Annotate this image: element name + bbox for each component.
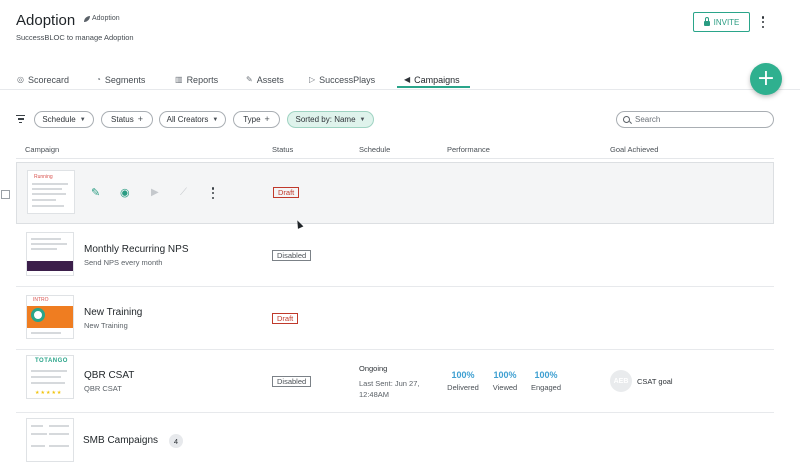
status-badge: Draft	[272, 313, 299, 324]
tab-label: SuccessPlays	[319, 74, 376, 85]
campaign-thumbnail	[26, 418, 74, 462]
plus-icon: +	[264, 114, 270, 124]
tab-label: Segments	[104, 74, 146, 85]
filter-icon[interactable]	[16, 115, 25, 123]
tab-label: Campaigns	[414, 74, 460, 85]
campaign-name[interactable]: New Training	[84, 307, 142, 318]
status-badge: Disabled	[272, 250, 312, 261]
campaign-name[interactable]: QBR CSAT	[84, 370, 134, 381]
trend-chart-icon[interactable]: ⟋	[180, 186, 187, 200]
paperclip-icon: ✎	[246, 75, 253, 84]
search-field[interactable]	[616, 111, 774, 128]
performance-label: Engaged	[530, 383, 562, 392]
page-header: Adoption Adoption SuccessBLOC to manage …	[0, 0, 800, 64]
invite-button-label: INVITE	[713, 17, 740, 27]
column-header-performance[interactable]: Performance	[447, 145, 490, 154]
tab-assets[interactable]: ✎ Assets	[246, 70, 284, 89]
performance-label: Delivered	[447, 383, 479, 392]
performance-value: 100%	[534, 370, 558, 380]
tab-scorecard[interactable]: ◎ Scorecard	[17, 70, 69, 89]
lock-icon	[703, 16, 710, 26]
count-badge: 4	[169, 434, 183, 448]
status-badge: Draft	[273, 187, 300, 198]
campaign-name[interactable]: Monthly Recurring NPS	[84, 244, 188, 255]
megaphone-icon: ◀	[404, 75, 411, 84]
status-filter-label: Status	[111, 115, 134, 124]
play-icon[interactable]: ▶	[151, 186, 159, 200]
goal-name: CSAT goal	[637, 377, 673, 386]
sort-dropdown-label: Sorted by: Name	[295, 115, 356, 124]
search-icon	[623, 116, 630, 123]
leaf-icon	[84, 15, 90, 22]
tabs-divider	[0, 89, 800, 90]
tab-label: Reports	[186, 74, 219, 85]
chevron-down-icon: ▼	[212, 116, 219, 123]
campaign-thumbnail: Running	[27, 170, 75, 214]
chevron-down-icon: ▼	[79, 116, 86, 123]
creators-filter[interactable]: All Creators ▼	[159, 111, 226, 128]
creators-filter-label: All Creators	[166, 115, 209, 124]
bar-chart-icon: ▥	[175, 75, 183, 84]
campaign-subtitle: New Training	[84, 321, 128, 330]
type-filter-label: Type	[243, 115, 261, 124]
edit-icon[interactable]: ✎	[91, 186, 100, 200]
campaign-subtitle: Send NPS every month	[84, 258, 163, 267]
campaign-subtitle: QBR CSAT	[84, 384, 122, 393]
table-row[interactable]: Monthly Recurring NPS Send NPS every mon…	[16, 225, 774, 287]
schedule-detail: Last Sent: Jun 27, 12:48AM	[359, 379, 420, 399]
category-tag: Adoption	[84, 15, 120, 22]
page-subtitle: SuccessBLOC to manage Adoption	[16, 33, 134, 42]
search-input[interactable]	[635, 115, 765, 124]
column-header-schedule[interactable]: Schedule	[359, 145, 390, 154]
chevron-down-icon: ▼	[359, 116, 366, 123]
more-options-icon[interactable]	[211, 187, 215, 199]
column-header-goal[interactable]: Goal Achieved	[610, 145, 658, 154]
active-tab-indicator	[397, 86, 470, 88]
schedule-filter-label: Schedule	[42, 115, 76, 124]
more-options-icon[interactable]	[761, 16, 765, 28]
schedule-filter[interactable]: Schedule ▼	[34, 111, 94, 128]
tab-label: Assets	[256, 74, 284, 85]
campaign-thumbnail: INTRO	[26, 295, 74, 339]
schedule-state: Ongoing	[359, 364, 388, 373]
eye-icon[interactable]: ◉	[120, 186, 130, 200]
add-campaign-button[interactable]: +	[750, 63, 782, 95]
status-filter[interactable]: Status +	[101, 111, 153, 128]
table-row[interactable]: TOTANGO ★★★★★ QBR CSAT QBR CSAT Disabled…	[16, 351, 774, 413]
table-row[interactable]: INTRO New Training New Training Draft	[16, 288, 774, 350]
status-badge: Disabled	[272, 376, 312, 387]
tab-reports[interactable]: ▥ Reports	[175, 70, 218, 89]
category-tag-label: Adoption	[92, 15, 120, 22]
table-row[interactable]: SMB Campaigns 4	[16, 414, 774, 473]
plus-icon: +	[137, 114, 143, 124]
tab-label: Scorecard	[27, 74, 70, 85]
campaign-thumbnail	[26, 232, 74, 276]
avatar: AEB	[610, 370, 632, 392]
campaign-group-name[interactable]: SMB Campaigns	[83, 435, 158, 446]
row-checkbox[interactable]	[1, 190, 10, 199]
scorecard-icon: ◎	[17, 75, 24, 84]
play-icon: ▷	[309, 75, 316, 84]
stars-icon: ★★★★★	[35, 390, 63, 396]
segments-icon: ◔	[96, 75, 101, 84]
performance-value: 100%	[451, 370, 475, 380]
tab-segments[interactable]: ◔ Segments	[96, 70, 145, 89]
invite-button[interactable]: INVITE	[693, 12, 750, 32]
performance-value: 100%	[493, 370, 517, 380]
header-divider	[16, 158, 774, 159]
performance-label: Viewed	[492, 383, 518, 392]
tab-successplays[interactable]: ▷ SuccessPlays	[309, 70, 375, 89]
column-header-status[interactable]: Status	[272, 145, 293, 154]
type-filter[interactable]: Type +	[233, 111, 280, 128]
table-row[interactable]: Running ✎ ◉ ▶ ⟋ Draft	[1, 162, 774, 224]
page-title: Adoption	[16, 12, 76, 29]
campaign-thumbnail: TOTANGO ★★★★★	[26, 355, 74, 399]
column-header-campaign[interactable]: Campaign	[25, 145, 59, 154]
sort-dropdown[interactable]: Sorted by: Name ▼	[287, 111, 374, 128]
